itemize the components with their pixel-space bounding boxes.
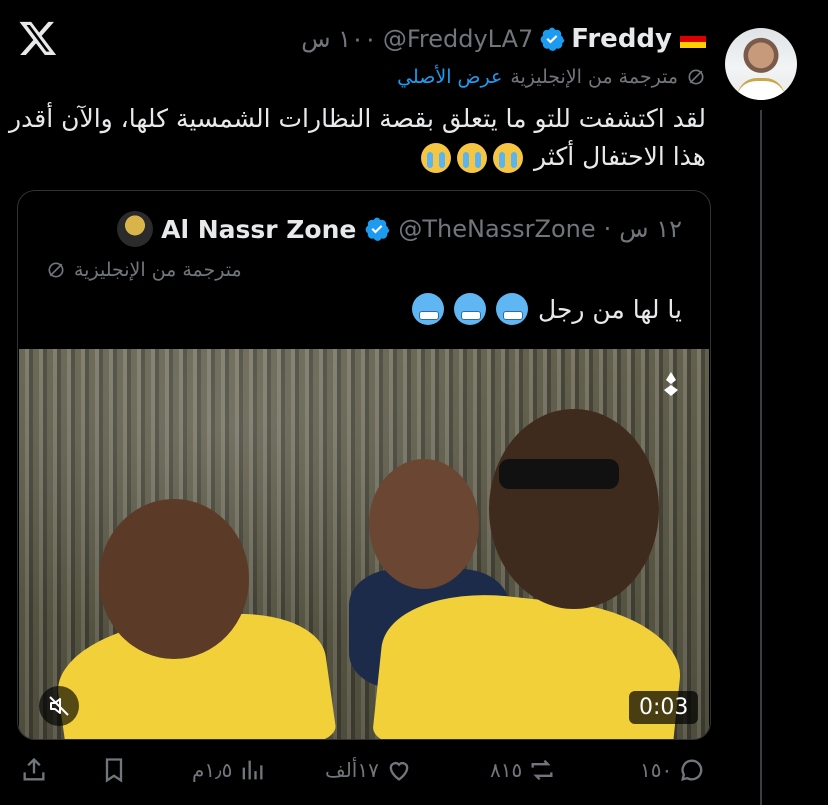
author-avatar[interactable] bbox=[725, 28, 797, 100]
views-count: ١٫٥م bbox=[192, 758, 233, 782]
player-head bbox=[99, 499, 249, 659]
heart-icon bbox=[389, 762, 409, 781]
thread-line bbox=[760, 110, 762, 805]
quote-separator: · bbox=[603, 215, 612, 243]
repost-icon bbox=[531, 759, 553, 781]
replies-count: ١٥٠ bbox=[640, 758, 673, 782]
quote-body: يا لها من رجل bbox=[537, 294, 682, 324]
verified-badge-icon[interactable] bbox=[539, 26, 565, 52]
author-handle[interactable]: @FreddyLA7 bbox=[383, 25, 533, 53]
crying-face-emoji-icon bbox=[457, 143, 488, 173]
tweet-body: لقد اكتشفت للتو ما يتعلق بقصة النظارات ا… bbox=[9, 104, 706, 171]
cold-face-emoji-icon bbox=[411, 293, 444, 325]
quote-header: Al Nassr Zone @TheNassrZone · ١٢ س bbox=[117, 211, 682, 247]
x-logo-icon[interactable] bbox=[18, 18, 58, 58]
crying-face-emoji-icon bbox=[493, 143, 524, 173]
sunglasses bbox=[499, 459, 619, 489]
quote-translated-label: مترجمة من الإنجليزية bbox=[74, 259, 242, 281]
views-button[interactable]: ١٫٥م bbox=[192, 756, 266, 784]
channel-logo-icon bbox=[664, 372, 678, 396]
quote-avatar[interactable] bbox=[117, 211, 154, 247]
quote-author-name[interactable]: Al Nassr Zone bbox=[161, 215, 356, 244]
germany-flag-icon bbox=[680, 30, 706, 48]
repost-button[interactable]: ٨١٥ bbox=[490, 756, 556, 784]
translate-off-icon bbox=[48, 262, 64, 278]
quoted-tweet[interactable]: Al Nassr Zone @TheNassrZone · ١٢ س مترجم… bbox=[17, 190, 711, 740]
like-button[interactable]: ١٧ألف bbox=[325, 756, 413, 784]
author-name[interactable]: Freddy bbox=[571, 24, 672, 54]
player-head bbox=[489, 409, 659, 609]
tweet-header: ١٠٠ س @FreddyLA7 Freddy bbox=[301, 22, 706, 56]
mute-button[interactable] bbox=[39, 686, 79, 726]
cold-face-emoji-icon bbox=[495, 293, 528, 325]
speaker-muted-icon bbox=[49, 696, 69, 716]
translate-off-icon bbox=[688, 69, 704, 85]
cold-face-emoji-icon bbox=[453, 293, 486, 325]
crying-face-emoji-icon bbox=[421, 143, 452, 173]
show-original-link[interactable]: عرض الأصلي bbox=[397, 66, 502, 88]
translated-label: مترجمة من الإنجليزية bbox=[510, 66, 678, 88]
quote-text: يا لها من رجل bbox=[411, 293, 682, 325]
tweet-time[interactable]: ١٠٠ س bbox=[301, 25, 377, 53]
bookmark-button[interactable] bbox=[100, 756, 128, 784]
video-player[interactable]: 0:03 bbox=[19, 349, 709, 739]
analytics-icon bbox=[243, 760, 263, 780]
quote-time[interactable]: ١٢ س bbox=[619, 215, 682, 243]
player-head bbox=[369, 459, 479, 589]
share-button[interactable] bbox=[20, 756, 48, 784]
verified-badge-icon bbox=[365, 217, 390, 241]
reposts-count: ٨١٥ bbox=[490, 758, 523, 782]
tweet-text: لقد اكتشفت للتو ما يتعلق بقصة النظارات ا… bbox=[6, 100, 706, 176]
bookmark-icon bbox=[105, 758, 123, 783]
quote-author-handle[interactable]: @TheNassrZone bbox=[398, 215, 595, 243]
quote-translation-row: مترجمة من الإنجليزية bbox=[46, 259, 242, 281]
share-icon bbox=[23, 757, 45, 781]
video-duration: 0:03 bbox=[629, 691, 699, 724]
likes-count: ١٧ألف bbox=[325, 758, 379, 782]
action-bar: ١٫٥م ١٧ألف ٨١٥ ١٥٠ bbox=[0, 750, 828, 794]
reply-icon bbox=[681, 759, 703, 781]
reply-button[interactable]: ١٥٠ bbox=[640, 756, 706, 784]
translation-row: مترجمة من الإنجليزية عرض الأصلي bbox=[397, 66, 706, 88]
